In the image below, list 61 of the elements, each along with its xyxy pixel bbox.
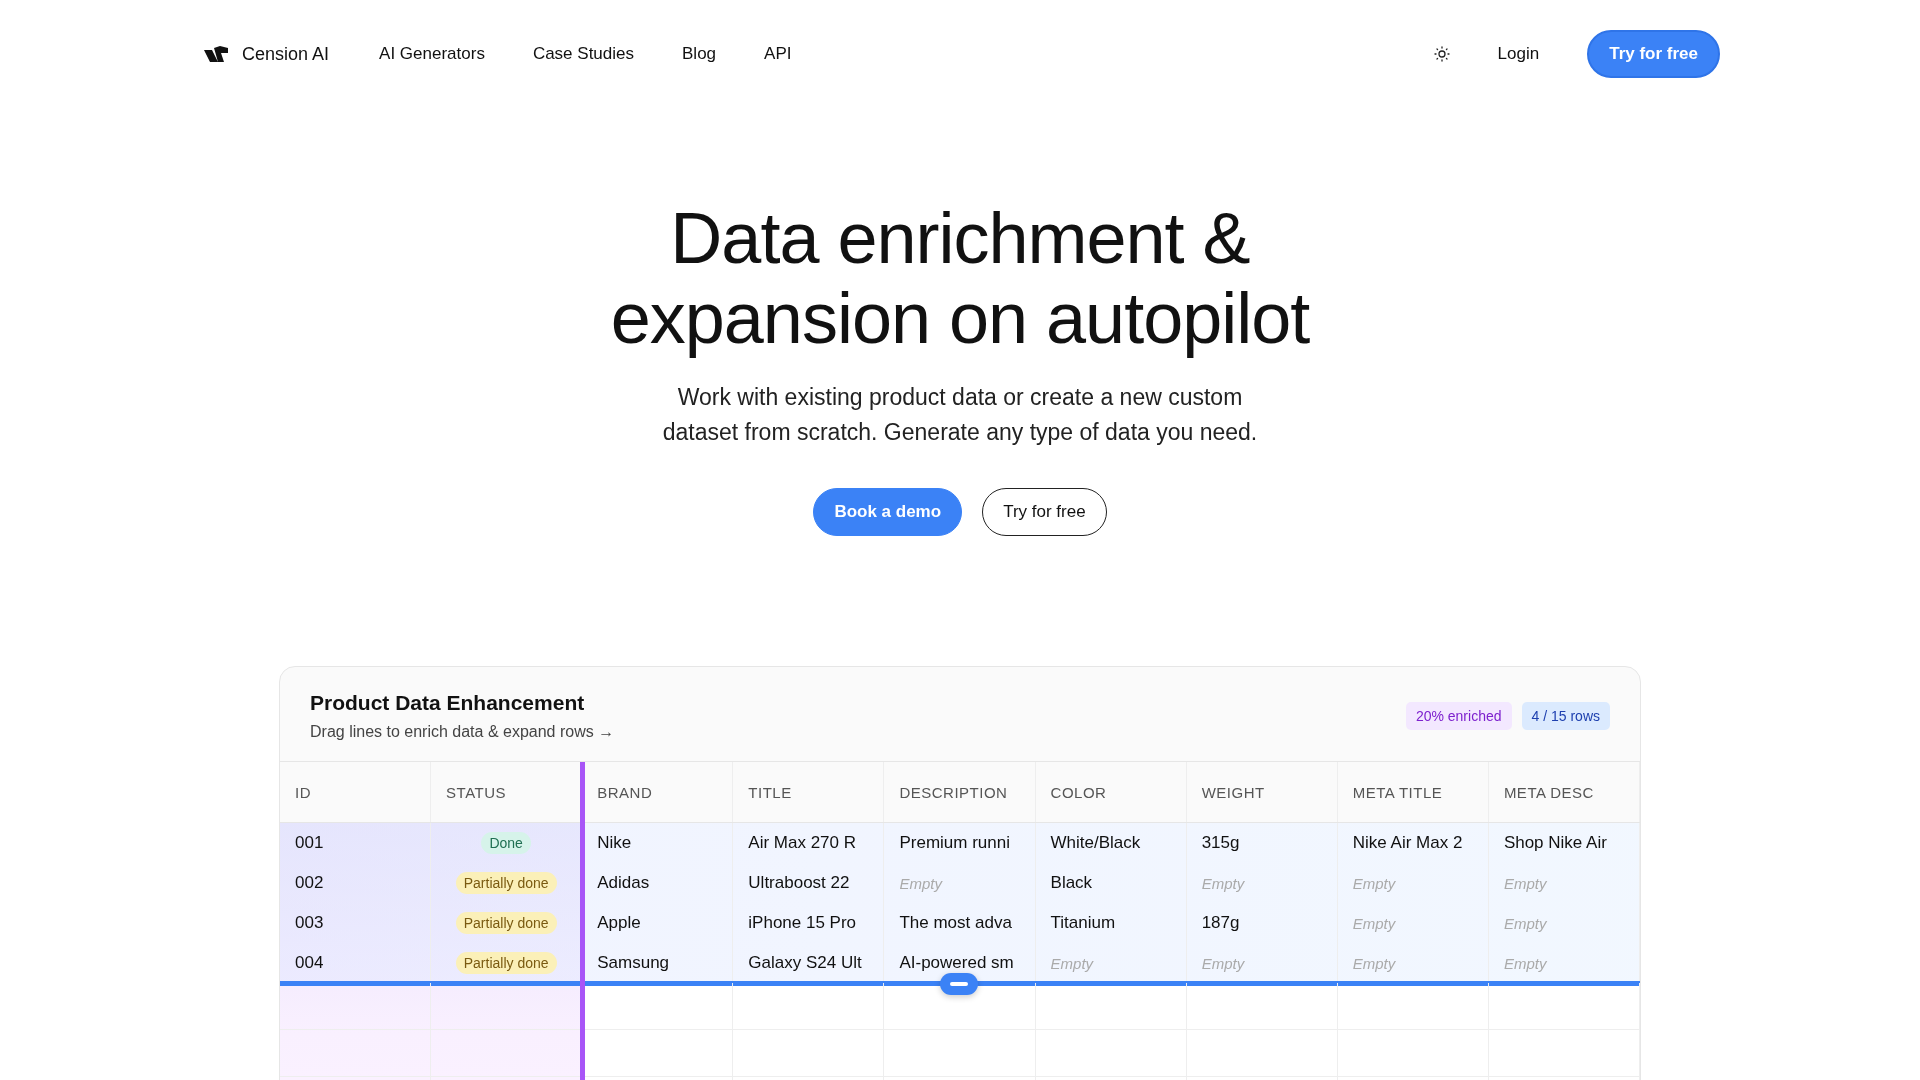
column-header: TITLE xyxy=(733,762,885,822)
table-cell: Empty xyxy=(1352,914,1396,932)
table-cell: Premium runni xyxy=(899,833,1010,853)
table-cell: Empty xyxy=(1352,954,1396,972)
nav-link[interactable]: Blog xyxy=(682,44,717,64)
count-badge: 20% enriched xyxy=(1405,702,1512,730)
table-cell: Shop Nike Air xyxy=(1503,833,1607,853)
status-badge: Partially done xyxy=(455,912,557,934)
table-cell: Empty xyxy=(1352,874,1396,892)
table-cell: Ultraboost 22 xyxy=(748,873,850,893)
hero-subtitle: Work with existing product data or create a new custom dataset from scratch. Generate any type of data you need. xyxy=(662,383,1258,447)
status-badge: Partially done xyxy=(455,952,557,974)
column-header: DESCRIPTION xyxy=(884,762,1036,822)
drag-handle[interactable] xyxy=(940,973,978,995)
hero-title: Data enrichment & expansion on autopilot xyxy=(610,198,1310,358)
try-free-button[interactable]: Try for free xyxy=(982,488,1107,536)
status-badge: Done xyxy=(481,832,531,854)
table-cell: Air Max 270 R xyxy=(748,833,857,853)
table-cell: iPhone 15 Pro xyxy=(748,913,857,933)
card-hint: Drag lines to enrich data & expand rows → xyxy=(310,723,615,741)
table-cell: Black xyxy=(1050,873,1093,893)
table-cell: Apple xyxy=(597,913,641,933)
nav-link[interactable]: AI Generators xyxy=(379,44,485,64)
status-badge: Partially done xyxy=(455,872,557,894)
column-header: COLOR xyxy=(1035,762,1187,822)
table-cell: AI-powered sm xyxy=(899,953,1014,973)
try-free-button[interactable]: Try for free xyxy=(1587,30,1720,78)
table-cell: White/Black xyxy=(1050,833,1141,853)
table-cell: Nike Air Max 2 xyxy=(1352,833,1463,853)
table-cell: 187g xyxy=(1201,913,1240,933)
column-header: ID xyxy=(280,762,432,822)
table-cell: Empty xyxy=(1050,954,1094,972)
row-id: 002 xyxy=(295,873,324,893)
table-cell: 315g xyxy=(1201,833,1240,853)
table-cell: Nike xyxy=(597,833,632,853)
table-cell: The most adva xyxy=(899,913,1012,933)
nav-link[interactable]: Case Studies xyxy=(532,44,634,64)
table-cell: Empty xyxy=(899,874,942,892)
column-header: META TITLE xyxy=(1337,762,1489,822)
table-cell: Titanium xyxy=(1050,913,1116,933)
table-cell: Empty xyxy=(1201,874,1245,892)
card-title: Product Data Enhancement xyxy=(310,691,586,715)
brand-name[interactable]: Cension AI xyxy=(242,43,330,65)
login-link[interactable]: Login xyxy=(1497,44,1540,64)
table-cell: Empty xyxy=(1503,874,1547,892)
table-cell: Galaxy S24 Ult xyxy=(748,953,862,973)
row-id: 004 xyxy=(295,953,324,973)
column-header: META DESC xyxy=(1488,762,1640,822)
theme-toggle-icon[interactable] xyxy=(1433,46,1450,62)
row-id: 001 xyxy=(295,833,324,853)
nav-link[interactable]: API xyxy=(764,44,792,64)
book-demo-button[interactable]: Book a demo xyxy=(813,488,963,536)
count-badge: 4 / 15 rows xyxy=(1521,702,1610,730)
table-cell: Adidas xyxy=(597,873,650,893)
logo-icon xyxy=(204,46,228,62)
column-header: WEIGHT xyxy=(1186,762,1338,822)
table-cell: Empty xyxy=(1503,954,1547,972)
table-cell: Samsung xyxy=(597,953,670,973)
table-cell: Empty xyxy=(1201,954,1245,972)
table-cell: Empty xyxy=(1503,914,1547,932)
row-id: 003 xyxy=(295,913,324,933)
